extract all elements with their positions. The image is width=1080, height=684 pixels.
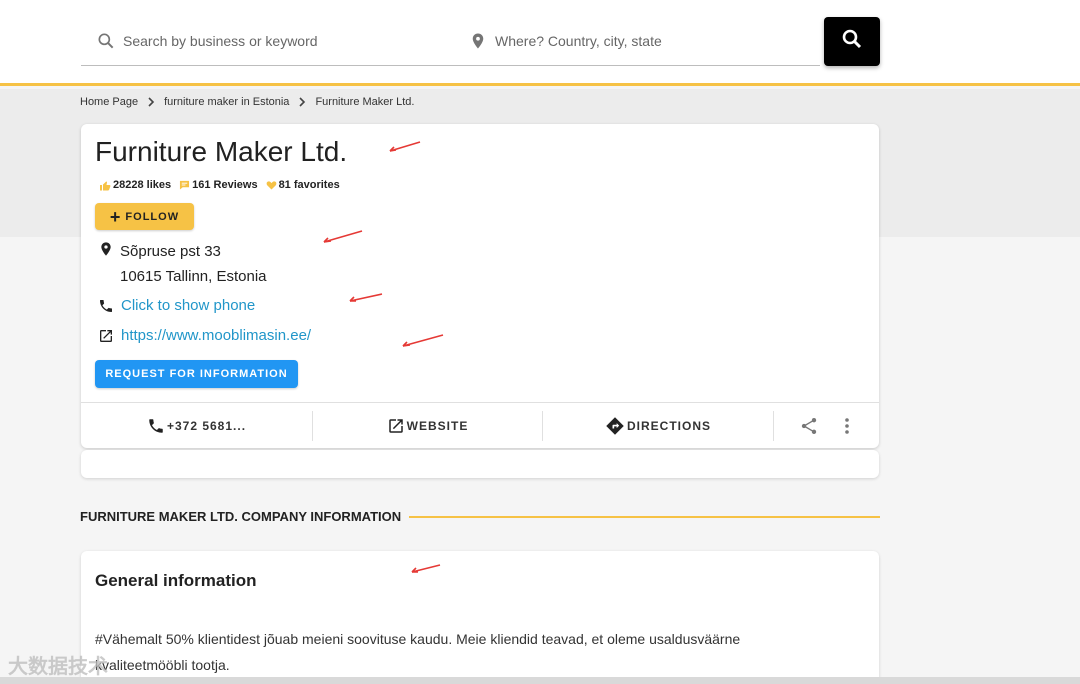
address-row <box>97 240 121 258</box>
more-options-button[interactable] <box>844 417 879 435</box>
action-bar: +372 5681... WEBSITE DIRECTIONS <box>81 402 879 448</box>
location-pin-icon <box>97 240 115 258</box>
breadcrumb: Home Page furniture maker in Estonia Fur… <box>80 95 414 109</box>
business-card: Furniture Maker Ltd. 28228 likes 161 Rev… <box>81 124 879 448</box>
annotation-arrow <box>323 230 363 243</box>
address-line-2: 10615 Tallinn, Estonia <box>120 268 267 285</box>
external-link-icon <box>97 327 115 345</box>
chevron-right-icon <box>298 97 306 107</box>
reviews-stat: 161 Reviews <box>179 179 258 191</box>
phone-icon <box>149 418 163 433</box>
search-icon <box>840 27 864 56</box>
share-button[interactable] <box>774 416 844 436</box>
annotation-arrow <box>349 293 383 302</box>
annotation-arrow <box>411 564 441 573</box>
website-row: https://www.mooblimasin.ee/ <box>97 327 311 345</box>
bottom-strip <box>0 677 1080 684</box>
keyword-search-input[interactable]: Search by business or keyword <box>95 18 445 64</box>
show-phone-link[interactable]: Click to show phone <box>121 297 255 314</box>
directions-icon <box>606 416 624 435</box>
follow-button[interactable]: + FOLLOW <box>95 203 194 230</box>
empty-card <box>81 450 879 478</box>
general-information-title: General information <box>95 571 257 590</box>
search-icon <box>95 30 117 52</box>
location-search-input[interactable]: Where? Country, city, state <box>467 18 807 64</box>
section-divider <box>409 516 880 518</box>
location-pin-icon <box>467 30 489 52</box>
breadcrumb-category[interactable]: furniture maker in Estonia <box>164 96 289 108</box>
search-bar: Search by business or keyword Where? Cou… <box>81 18 820 66</box>
chevron-right-icon <box>147 97 155 107</box>
annotation-arrow <box>402 334 444 347</box>
share-icon <box>801 417 817 434</box>
heart-icon <box>266 181 276 190</box>
external-link-icon <box>388 418 403 433</box>
breadcrumb-current: Furniture Maker Ltd. <box>315 96 415 108</box>
watermark: 大数据技术 <box>8 656 108 678</box>
review-icon <box>180 180 190 190</box>
company-info-heading: FURNITURE MAKER LTD. COMPANY INFORMATION <box>80 509 402 524</box>
general-information-card: General information #Vähemalt 50% klient… <box>81 551 879 684</box>
likes-stat: 28228 likes <box>99 179 171 191</box>
business-stats: 28228 likes 161 Reviews 81 favorites <box>99 179 348 191</box>
breadcrumb-home[interactable]: Home Page <box>80 96 138 108</box>
top-header: Search by business or keyword Where? Cou… <box>0 0 1080 86</box>
more-vertical-icon <box>845 417 849 434</box>
search-button[interactable] <box>824 17 880 66</box>
call-action[interactable]: +372 5681... <box>81 410 313 441</box>
website-action[interactable]: WEBSITE <box>313 410 543 441</box>
request-information-button[interactable]: REQUEST FOR INFORMATION <box>95 360 298 388</box>
website-link[interactable]: https://www.mooblimasin.ee/ <box>121 327 311 344</box>
phone-row: Click to show phone <box>97 297 255 315</box>
directions-action[interactable]: DIRECTIONS <box>543 410 774 441</box>
phone-icon <box>97 297 115 315</box>
address-line-1: Sõpruse pst 33 <box>120 243 221 260</box>
annotation-arrow <box>389 141 421 152</box>
keyword-placeholder: Search by business or keyword <box>123 33 318 49</box>
location-placeholder: Where? Country, city, state <box>495 33 662 49</box>
general-information-text: #Vähemalt 50% klientidest jõuab meieni s… <box>95 631 741 673</box>
plus-icon: + <box>109 206 122 227</box>
thumbs-up-icon <box>100 181 111 190</box>
favorites-stat: 81 favorites <box>266 179 340 191</box>
business-name: Furniture Maker Ltd. <box>95 136 348 167</box>
